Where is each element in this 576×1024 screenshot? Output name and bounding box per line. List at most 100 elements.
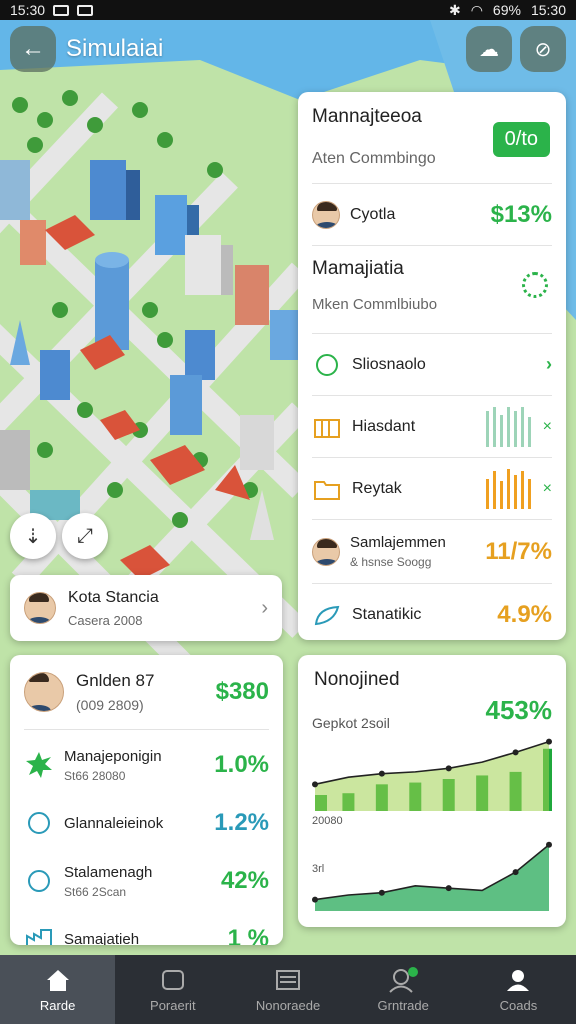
avatar: [312, 200, 340, 229]
no-map-icon: ⊘: [534, 38, 552, 61]
row-value: 11/7%: [485, 537, 552, 565]
home-icon: [43, 966, 73, 994]
row-label: Sliosnaolo: [352, 355, 426, 373]
stat-sub: St66 28080: [64, 768, 126, 783]
gear-icon[interactable]: [522, 272, 548, 298]
chart-area: [312, 738, 552, 911]
panel-row-manager[interactable]: Samlajemmen & hsnse Soogg 11/7%: [312, 520, 552, 584]
row-label: Cyotla: [350, 205, 396, 223]
image-icon: [53, 4, 70, 16]
rotate-icon: ⤢: [77, 524, 93, 547]
building-icon: [312, 412, 342, 442]
chart-point: [312, 781, 318, 788]
status-pill[interactable]: 0/to: [492, 122, 550, 157]
chart-point: [512, 749, 519, 756]
clock-icon: [28, 812, 50, 834]
management-panel: Mannajteeoa Aten Commbingo 0/to Cyotla $…: [298, 92, 566, 640]
row-label: Reytak: [352, 479, 402, 497]
avatar: [24, 672, 64, 712]
chart-point: [378, 889, 385, 896]
section-subtitle: Mken Commlbiubo: [312, 296, 438, 313]
arrow-left-icon: ←: [21, 35, 45, 62]
panel-row-stats[interactable]: Stanatikic 4.9%: [312, 584, 552, 646]
panel-row-person[interactable]: Cyotla $13%: [312, 184, 552, 246]
chart-point: [445, 765, 452, 772]
row-label: Samlajemmen: [350, 534, 446, 551]
mini-bar-chart: [485, 468, 531, 509]
nav-label: Nonoraede: [255, 998, 321, 1013]
nav-profit[interactable]: Poraerit: [115, 955, 230, 1024]
status-bar: 15:30 ✱ ◠ 69% 15:30: [0, 0, 576, 20]
compass-icon: ⇣: [24, 525, 42, 548]
chart-point: [445, 885, 452, 892]
chart-point: [546, 738, 552, 745]
page-title: Simulaiai: [66, 35, 164, 62]
section-title: Mamajiatia: [312, 258, 404, 279]
close-icon[interactable]: ×: [543, 418, 552, 436]
row-label: Hiasdant: [352, 417, 416, 435]
stats-card: Gnlden 87 (009 2809) $380 Manajeponigin …: [10, 655, 283, 945]
drop-icon: [316, 353, 338, 376]
chart-value: 453%: [485, 695, 553, 725]
avatar: [312, 537, 340, 566]
chevron-right-icon: ›: [546, 354, 552, 374]
nav-home[interactable]: Rarde: [0, 955, 116, 1024]
nav-label: Grntrade: [377, 998, 429, 1013]
coin-icon: [28, 870, 50, 892]
close-icon[interactable]: ×: [543, 480, 552, 498]
mask-icon: [77, 4, 94, 16]
stat-row[interactable]: Stalamenagh St66 2Scan 42%: [24, 852, 269, 910]
cloud-icon: ☁: [479, 38, 499, 61]
bluetooth-icon: ✱: [448, 1, 461, 18]
balance: $380: [215, 678, 269, 705]
stat-value: 1 %: [227, 925, 269, 945]
zoom-out-button[interactable]: ⇣: [10, 513, 56, 559]
stat-row[interactable]: Manajeponigin St66 28080 1.0%: [24, 736, 269, 794]
user-icon: [503, 966, 533, 994]
folder-icon: [312, 474, 342, 504]
nav-trade[interactable]: Grntrade: [346, 955, 461, 1024]
row-sublabel: & hsnse Soogg: [350, 555, 432, 569]
panel-row-simulation[interactable]: Sliosnaolo ›: [312, 334, 552, 396]
clock-left: 15:30: [10, 2, 46, 18]
city-card[interactable]: Kota Stancia Casera 2008 ›: [10, 575, 282, 641]
nav-label: Rarde: [39, 998, 76, 1013]
stat-value: 42%: [220, 867, 269, 894]
burst-icon: [24, 750, 54, 780]
bottom-nav: Rarde Poraerit Nonoraede Grntrade Coads: [0, 955, 576, 1024]
person-badge-icon: [388, 966, 419, 994]
top-bar: ← Simulaiai ☁ ⊘: [0, 20, 576, 78]
profile-sub: (009 2809): [76, 697, 144, 713]
panel-row-resident[interactable]: Hiasdant ×: [312, 396, 552, 458]
panel-row-report[interactable]: Reytak ×: [312, 458, 552, 520]
row-value: $13%: [490, 200, 552, 228]
nav-records[interactable]: Nonoraede: [230, 955, 345, 1024]
back-button[interactable]: ←: [10, 26, 56, 72]
map-toggle-button[interactable]: ⊘: [520, 26, 566, 72]
tick-label-top: 20080: [312, 815, 343, 827]
cloud-button[interactable]: ☁: [466, 26, 512, 72]
city-sub: Casera 2008: [68, 612, 143, 628]
leaf-icon: [312, 600, 342, 630]
nav-profile[interactable]: Coads: [461, 955, 576, 1024]
chart-area-fill: [315, 844, 549, 911]
chart-card: Nonojined Gepkot 2soil 453% 20080 3rl: [298, 655, 566, 927]
chart-point: [512, 869, 519, 876]
section-header: Mamajiatia Mken Commlbiubo: [312, 246, 552, 334]
chart-point: [546, 841, 552, 848]
stat-label: Glannaleieinok: [64, 814, 164, 832]
battery-level: 69%: [492, 2, 521, 18]
chart-point: [312, 896, 318, 903]
stat-row[interactable]: Samajatieh 1 %: [24, 910, 269, 945]
chart-point: [378, 770, 385, 777]
nav-label: Coads: [499, 998, 538, 1013]
stat-sub: St66 2Scan: [64, 884, 127, 899]
avatar: [24, 592, 56, 624]
stat-label: Manajeponigin: [64, 747, 162, 765]
row-value: 4.9%: [497, 601, 552, 628]
rotate-button[interactable]: ⤢: [62, 513, 108, 559]
stat-row[interactable]: Glannaleieinok 1.2%: [24, 794, 269, 852]
factory-icon: [24, 924, 54, 945]
box-icon: [158, 966, 188, 994]
row-label: Stanatikic: [352, 606, 422, 623]
